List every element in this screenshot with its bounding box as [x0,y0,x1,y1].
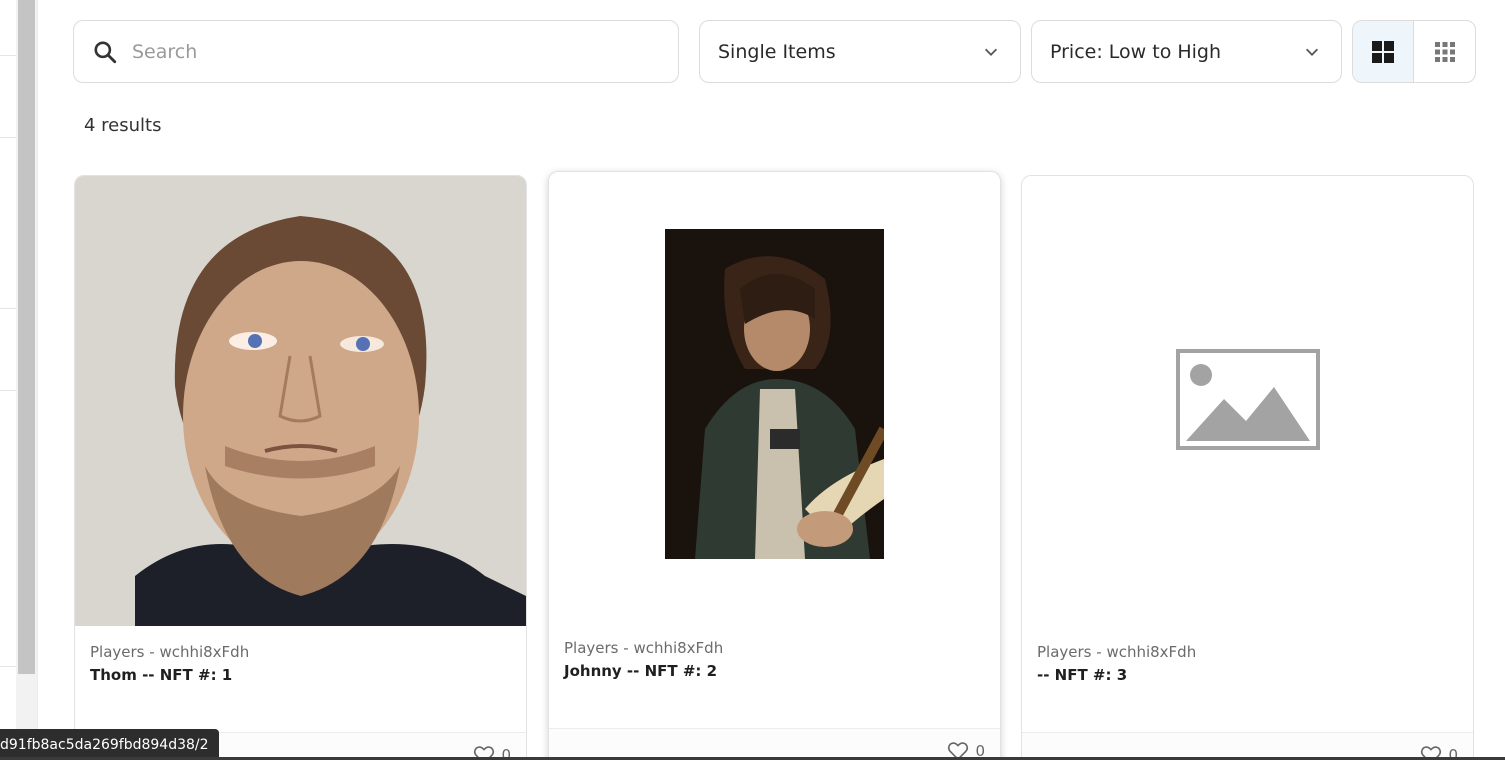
view-toggle [1352,20,1476,83]
item-type-select[interactable]: Single Items [699,20,1021,83]
sort-value: Price: Low to High [1050,40,1222,63]
chevron-down-icon [1305,48,1319,56]
image-placeholder-icon [1175,348,1320,450]
nft-card[interactable]: Players - wchhi8xFdh Thom -- NFT #: 1 0 [74,175,527,760]
results-count: 4 results [84,115,162,136]
nft-image-placeholder [1022,176,1473,626]
nft-image [549,172,1000,622]
collection-label: Players - wchhi8xFdh [90,643,250,661]
divider [0,137,16,138]
sort-select[interactable]: Price: Low to High [1031,20,1342,83]
divider [0,55,16,56]
divider [0,390,16,391]
card-footer: 0 [1022,732,1473,760]
guitarist-photo [665,228,884,559]
chevron-down-icon [984,48,998,56]
collection-label: Players - wchhi8xFdh [1037,643,1197,661]
portrait-photo [75,176,526,626]
status-url-text: d91fb8ac5da269fbd894d38/2 [0,736,209,753]
scrollbar-thumb[interactable] [18,0,35,674]
nft-card[interactable]: Players - wchhi8xFdh Johnny -- NFT #: 2 … [548,171,1001,760]
large-grid-icon [1372,40,1394,63]
card-footer: 0 [549,728,1000,760]
collection-label: Players - wchhi8xFdh [564,639,724,657]
search-box[interactable] [73,20,679,83]
search-icon [94,40,117,63]
nft-image [75,176,526,626]
nft-name: Thom -- NFT #: 1 [90,666,233,684]
nft-name: -- NFT #: 3 [1037,666,1128,684]
divider [0,666,16,667]
small-grid-icon [1434,41,1455,62]
large-grid-view-button[interactable] [1353,21,1415,82]
nft-card[interactable]: Players - wchhi8xFdh -- NFT #: 3 0 [1021,175,1474,760]
search-input[interactable] [132,40,632,63]
item-type-value: Single Items [718,40,836,63]
nft-name: Johnny -- NFT #: 2 [564,662,718,680]
divider [0,308,16,309]
status-bar-url: d91fb8ac5da269fbd894d38/2 [0,729,219,760]
small-grid-view-button[interactable] [1414,21,1475,82]
